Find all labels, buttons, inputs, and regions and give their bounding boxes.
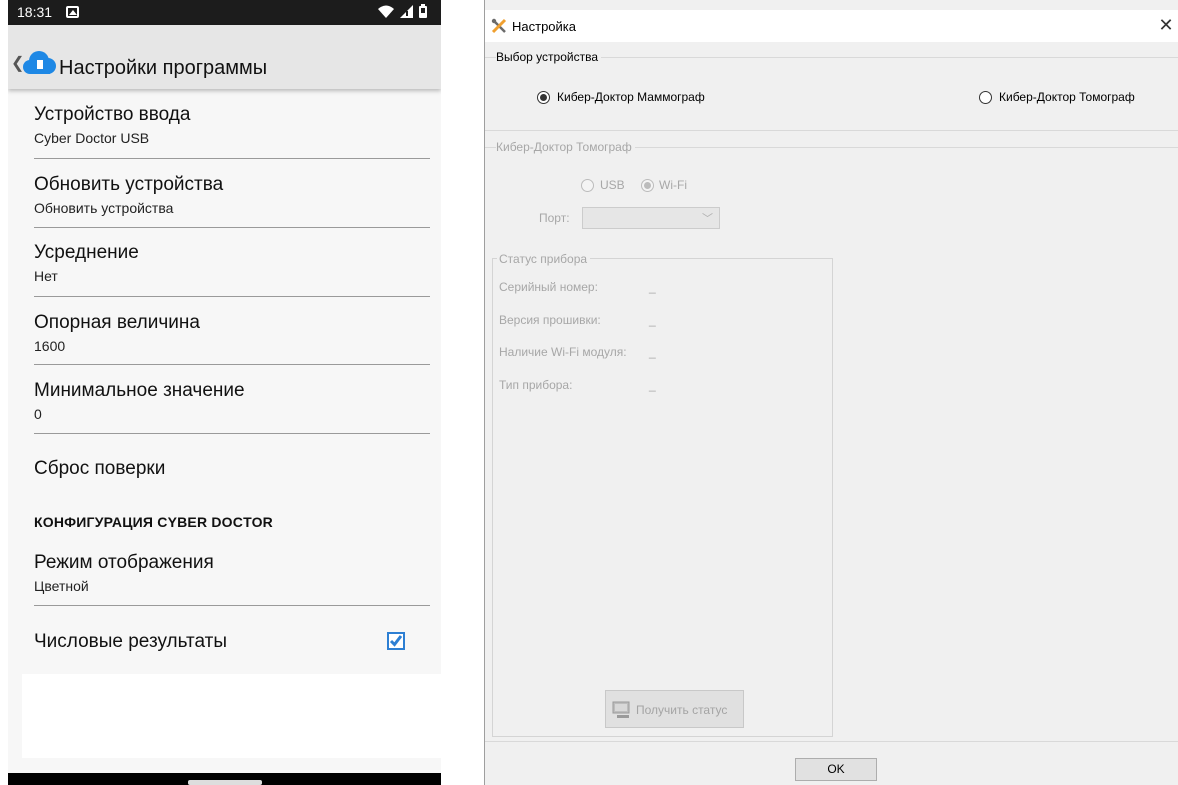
status-serial-value: _: [649, 280, 656, 294]
battery-icon: [419, 4, 427, 18]
pref-refresh-devices[interactable]: Обновить устройства Обновить устройства: [34, 174, 430, 216]
port-dropdown[interactable]: ﹀: [582, 207, 720, 229]
wifi-icon: [378, 5, 394, 18]
category-header: КОНФИГУРАЦИЯ CYBER DOCTOR: [34, 514, 273, 530]
close-button[interactable]: ✕: [1153, 14, 1178, 38]
pref-title: Усреднение: [34, 242, 139, 263]
pref-input-device[interactable]: Устройство ввода Cyber Doctor USB: [34, 104, 430, 146]
empty-area: [22, 674, 441, 758]
home-handle[interactable]: [188, 780, 262, 785]
radio-label-tomograph[interactable]: Кибер-Доктор Томограф: [999, 90, 1135, 104]
divider: [34, 158, 430, 159]
settings-dialog: Настройка ✕ Выбор устройства Кибер-Докто…: [484, 0, 1178, 785]
radio-label-mammograph[interactable]: Кибер-Доктор Маммограф: [557, 90, 705, 104]
status-firmware-value: _: [649, 313, 656, 327]
divider: [34, 433, 430, 434]
checkmark-icon: [389, 635, 403, 647]
status-wifi-module-value: _: [649, 345, 656, 359]
pref-minimum-value[interactable]: Минимальное значение 0: [34, 380, 430, 422]
pref-reset-calibration[interactable]: Сброс поверки: [34, 458, 430, 480]
status-device-type-value: _: [649, 378, 656, 392]
radio-label-usb[interactable]: USB: [600, 178, 625, 192]
get-status-button[interactable]: Получить статус: [605, 690, 744, 728]
divider: [34, 364, 430, 365]
numeric-results-checkbox[interactable]: [387, 632, 405, 650]
get-status-label: Получить статус: [636, 703, 728, 717]
ok-button[interactable]: OK: [795, 758, 877, 781]
pref-title: Режим отображения: [34, 552, 214, 573]
radio-mammograph[interactable]: [537, 91, 550, 104]
status-time: 18:31: [17, 4, 53, 20]
pref-title: Числовые результаты: [34, 631, 228, 652]
pref-summary: Cyber Doctor USB: [34, 130, 150, 146]
title-bar: Настройка ✕: [485, 10, 1178, 42]
status-bar: 18:31: [8, 0, 441, 25]
status-device-type-label: Тип прибора:: [499, 378, 573, 392]
radio-wifi[interactable]: [641, 179, 654, 192]
group-label-status: Статус прибора: [497, 252, 591, 266]
image-notification-icon: [66, 6, 79, 18]
status-firmware-label: Версия прошивки:: [499, 313, 601, 327]
pref-summary: Цветной: [34, 578, 89, 594]
android-settings-screen: 18:31 ❮ Настройки программы Устройство в…: [8, 0, 441, 785]
chevron-down-icon: ﹀: [702, 213, 713, 225]
app-title: Настройки программы: [59, 57, 268, 79]
dialog-title: Настройка: [512, 19, 576, 34]
radio-tomograph[interactable]: [979, 91, 992, 104]
pref-averaging[interactable]: Усреднение Нет: [34, 242, 430, 284]
cell-signal-icon: [400, 4, 413, 18]
pref-title: Опорная величина: [34, 312, 200, 333]
pref-summary: Нет: [34, 268, 58, 284]
group-border-device-bottom: [485, 130, 1178, 131]
pref-summary: Обновить устройства: [34, 200, 174, 216]
footer-divider: [485, 741, 1178, 742]
radio-label-wifi[interactable]: Wi-Fi: [659, 178, 687, 192]
pref-title: Обновить устройства: [34, 174, 224, 195]
tools-icon: [491, 18, 507, 37]
status-wifi-module-label: Наличие Wi-Fi модуля:: [499, 345, 627, 359]
pref-title: Устройство ввода: [34, 104, 191, 125]
group-label-device-selection: Выбор устройства: [496, 50, 602, 64]
pref-summary: 1600: [34, 338, 66, 354]
computer-status-icon: [612, 700, 632, 723]
app-cloud-logo-icon: [21, 49, 59, 82]
port-label: Порт:: [539, 211, 570, 225]
app-bar: ❮ Настройки программы: [8, 25, 441, 89]
pref-numeric-results[interactable]: Числовые результаты: [34, 631, 430, 653]
status-serial-label: Серийный номер:: [499, 280, 598, 294]
pref-display-mode[interactable]: Режим отображения Цветной: [34, 552, 430, 594]
radio-usb[interactable]: [581, 179, 594, 192]
divider: [34, 296, 430, 297]
divider: [34, 227, 430, 228]
pref-summary: 0: [34, 406, 42, 422]
pref-reference-value[interactable]: Опорная величина 1600: [34, 312, 430, 354]
divider: [34, 605, 430, 606]
group-label-tomograph: Кибер-Доктор Томограф: [496, 140, 635, 154]
pref-title: Сброс поверки: [34, 458, 166, 479]
pref-title: Минимальное значение: [34, 380, 245, 401]
status-group: Статус прибора Серийный номер: _ Версия …: [492, 252, 833, 737]
